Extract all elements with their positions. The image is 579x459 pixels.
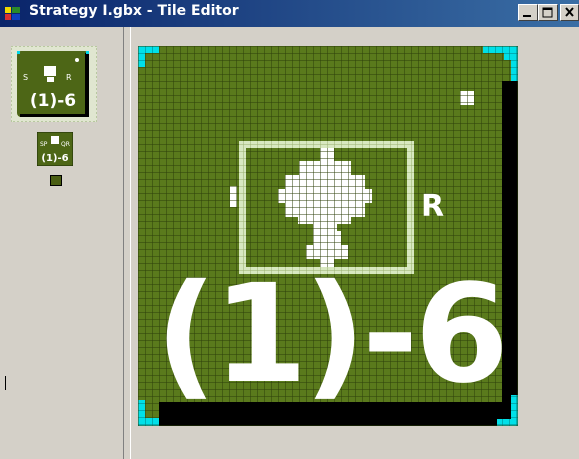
frame-top bbox=[239, 141, 414, 148]
thumb-large-label-s: S bbox=[23, 73, 28, 82]
close-icon bbox=[565, 7, 574, 17]
thumb-small-label-main: (1)-6 bbox=[41, 153, 68, 164]
thumb-small-label-sp: SP bbox=[40, 141, 48, 148]
close-button[interactable] bbox=[560, 4, 579, 21]
splitter[interactable] bbox=[123, 27, 131, 459]
minimize-button[interactable] bbox=[518, 4, 538, 21]
app-icon bbox=[4, 5, 22, 21]
frame-left bbox=[239, 141, 246, 274]
dot-marker bbox=[460, 91, 474, 105]
minimize-icon bbox=[523, 15, 531, 17]
maximize-button[interactable] bbox=[538, 4, 558, 21]
canvas-label-main: (1)-6 bbox=[155, 256, 505, 414]
tile-thumbnail-large[interactable]: S R (1)-6 bbox=[10, 45, 98, 123]
thumb-large-label-r: R bbox=[66, 73, 72, 82]
current-color-swatch[interactable] bbox=[50, 175, 62, 186]
tile-thumbnail-small[interactable]: SP QR (1)-6 bbox=[36, 131, 74, 167]
window-title: Strategy I.gbx - Tile Editor bbox=[29, 3, 239, 19]
canvas-label-r: R bbox=[421, 189, 444, 224]
title-bar: Strategy I.gbx - Tile Editor bbox=[0, 0, 579, 27]
maximize-icon bbox=[542, 7, 553, 18]
left-dots bbox=[230, 186, 237, 207]
panel-edge-mark bbox=[5, 376, 9, 390]
pixel-edit-canvas[interactable]: R (1)-6 bbox=[137, 45, 519, 427]
thumb-small-label-qr: QR bbox=[61, 141, 70, 148]
frame-right bbox=[407, 141, 414, 274]
thumb-large-label-main: (1)-6 bbox=[30, 91, 76, 111]
